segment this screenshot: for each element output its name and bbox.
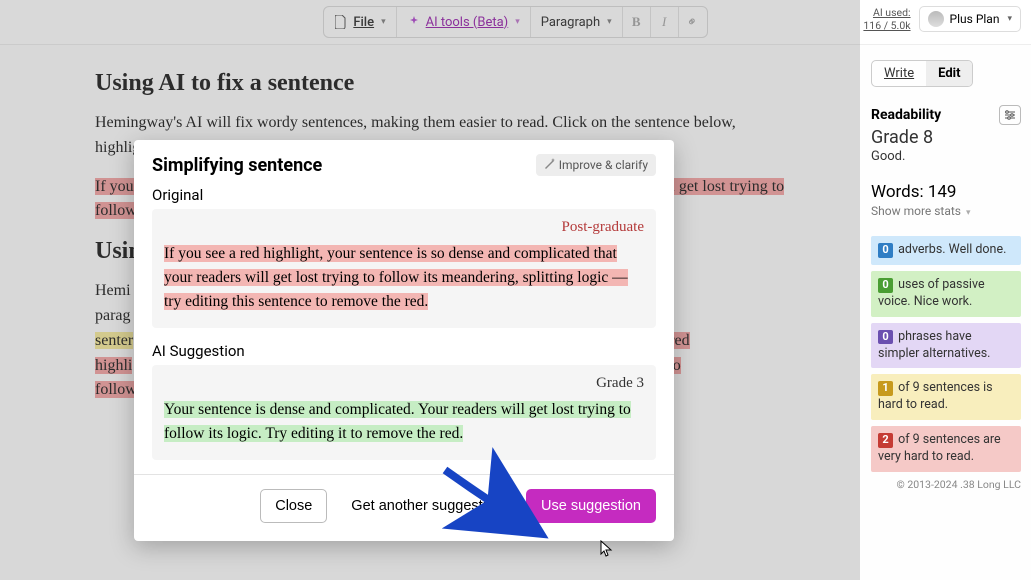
ai-used-label: AI used: (863, 6, 910, 19)
readability-header: Readability (871, 105, 1021, 125)
file-label: File (353, 15, 374, 30)
ai-used-value: 116 / 5.0k (863, 19, 910, 32)
file-icon (334, 15, 348, 29)
stat-adverbs[interactable]: 0 adverbs. Well done. (871, 236, 1021, 265)
words-label: Words: (871, 182, 924, 202)
hard-sentence[interactable]: senter (95, 332, 133, 349)
bold-button[interactable]: B (623, 7, 651, 37)
stat-count: 0 (878, 243, 893, 258)
tab-edit[interactable]: Edit (926, 61, 972, 86)
show-more-stats[interactable]: Show more stats ▾ (871, 204, 1021, 218)
original-box: Post-graduate If you see a red highlight… (152, 209, 656, 328)
readability-quality: Good. (871, 149, 1021, 164)
stat-text: of 9 sentences is hard to read. (878, 380, 993, 412)
very-hard-sentence[interactable]: highli (95, 357, 132, 374)
link-button[interactable]: ⚭ (679, 7, 707, 37)
chevron-down-icon: ▾ (515, 17, 520, 27)
divider (134, 474, 674, 475)
original-label: Original (152, 186, 656, 204)
suggestion-text: Your sentence is dense and complicated. … (164, 398, 644, 446)
file-menu[interactable]: File ▾ (324, 7, 396, 37)
tab-write[interactable]: Write (872, 61, 926, 86)
simplify-modal: Simplifying sentence Improve & clarify O… (134, 140, 674, 541)
stat-simpler[interactable]: 0 phrases have simpler alternatives. (871, 323, 1021, 369)
readability-label: Readability (871, 107, 941, 123)
use-suggestion-button[interactable]: Use suggestion (526, 489, 656, 523)
stat-very-hard[interactable]: 2 of 9 sentences are very hard to read. (871, 426, 1021, 472)
wand-icon (544, 158, 555, 172)
close-button[interactable]: Close (260, 489, 327, 523)
modal-title: Simplifying sentence (152, 155, 322, 176)
top-toolbar: File ▾ AI tools (Beta) ▾ Paragraph ▾ B I… (0, 0, 1031, 45)
stat-count: 2 (878, 433, 893, 448)
paragraph-style-menu[interactable]: Paragraph ▾ (531, 7, 623, 37)
stat-count: 1 (878, 381, 893, 396)
mode-tabs: Write Edit (871, 60, 973, 87)
italic-button[interactable]: I (651, 7, 679, 37)
chevron-down-icon: ▾ (1007, 14, 1012, 24)
ai-usage-meter[interactable]: AI used: 116 / 5.0k (863, 6, 910, 32)
another-suggestion-button[interactable]: Get another suggestion (337, 489, 516, 523)
original-grade: Post-graduate (164, 219, 644, 236)
suggestion-grade: Grade 3 (164, 375, 644, 392)
stat-count: 0 (878, 278, 893, 293)
very-hard-sentence[interactable]: follow (95, 381, 137, 398)
chevron-down-icon: ▾ (381, 17, 386, 27)
stat-text: of 9 sentences are very hard to read. (878, 432, 1001, 464)
plan-label: Plus Plan (950, 12, 1000, 26)
chevron-down-icon: ▾ (607, 17, 612, 27)
readability-grade: Grade 8 (871, 127, 1021, 148)
suggestion-label: AI Suggestion (152, 342, 656, 360)
sidebar: Write Edit Readability Grade 8 Good. Wor… (866, 45, 1031, 580)
ai-tools-menu[interactable]: AI tools (Beta) ▾ (397, 7, 531, 37)
stat-passive[interactable]: 0 uses of passive voice. Nice work. (871, 271, 1021, 317)
copyright: © 2013-2024 .38 Long LLC (871, 478, 1021, 491)
doc-heading: Using AI to fix a sentence (95, 70, 806, 97)
stat-hard[interactable]: 1 of 9 sentences is hard to read. (871, 374, 1021, 420)
link-icon: ⚭ (683, 12, 702, 31)
stat-text: adverbs. Well done. (898, 242, 1006, 257)
paragraph-label: Paragraph (541, 15, 600, 30)
stat-count: 0 (878, 330, 893, 345)
plan-selector[interactable]: Plus Plan ▾ (919, 6, 1021, 32)
original-sentence: If you see a red highlight, your sentenc… (164, 245, 628, 310)
suggestion-box: Grade 3 Your sentence is dense and compl… (152, 365, 656, 460)
chevron-down-icon: ▾ (966, 208, 971, 218)
ai-tools-label: AI tools (Beta) (426, 15, 509, 30)
word-count: Words: 149 (871, 182, 1021, 202)
avatar (928, 11, 944, 27)
improve-label: Improve & clarify (559, 158, 648, 172)
suggestion-sentence: Your sentence is dense and complicated. … (164, 401, 631, 442)
text-fragment: parag (95, 307, 131, 324)
sparkle-icon (407, 15, 421, 29)
improve-clarify-button[interactable]: Improve & clarify (536, 154, 656, 176)
modal-actions: Close Get another suggestion Use suggest… (152, 489, 656, 523)
toolbar-right: AI used: 116 / 5.0k Plus Plan ▾ (863, 6, 1021, 32)
show-more-label: Show more stats (871, 204, 961, 218)
toolbar-group: File ▾ AI tools (Beta) ▾ Paragraph ▾ B I… (323, 6, 707, 38)
stat-text: uses of passive voice. Nice work. (878, 277, 985, 309)
settings-icon[interactable] (999, 105, 1021, 125)
original-text: If you see a red highlight, your sentenc… (164, 242, 644, 314)
words-value: 149 (928, 182, 957, 202)
text-fragment: Hemi (95, 282, 131, 299)
stat-text: phrases have simpler alternatives. (878, 329, 990, 361)
